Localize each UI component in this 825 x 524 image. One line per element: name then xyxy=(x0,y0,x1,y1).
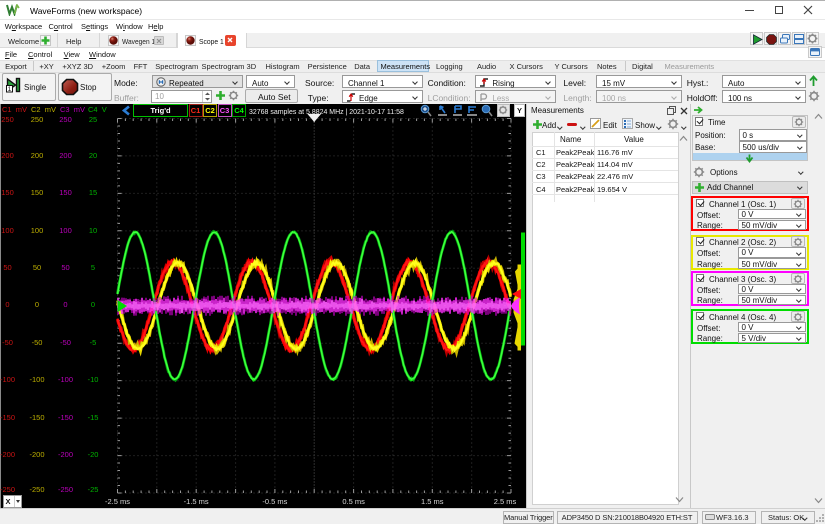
svg-text:1: 1 xyxy=(8,86,12,93)
